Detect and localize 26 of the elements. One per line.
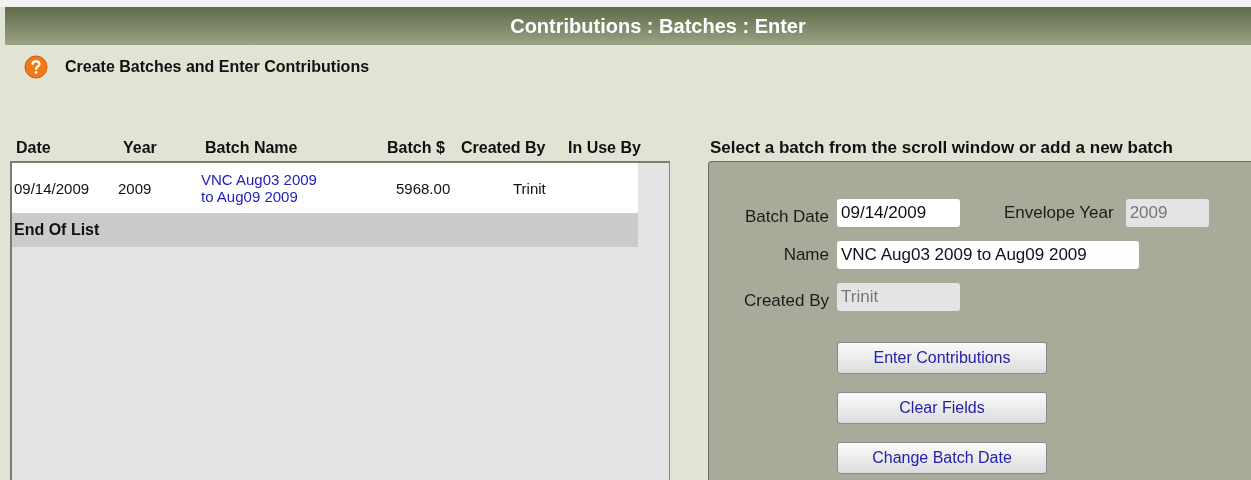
table-cell: Trinit bbox=[513, 179, 546, 197]
form-instruction: Select a batch from the scroll window or add a new batch bbox=[709, 137, 1174, 159]
table-cell-text: 09/14/2009 bbox=[13, 179, 91, 197]
batch-row[interactable]: 09/14/2009 2009 VNC Aug03 2009 to Aug09 2009 5968.00 Trinit bbox=[12, 163, 638, 213]
page-heading: Create Batches and Enter Contributions bbox=[65, 58, 370, 76]
action-button[interactable]: Clear Fields bbox=[837, 392, 1047, 424]
list-end-row: End Of List bbox=[12, 213, 638, 247]
field-label: Name bbox=[782, 245, 829, 265]
table-cell-text: 2009 bbox=[118, 179, 153, 197]
column-header: In Use By bbox=[568, 139, 641, 157]
title-bar: Contributions : Batches : Enter bbox=[5, 7, 1251, 45]
input-field[interactable]: 09/14/2009 bbox=[837, 199, 960, 227]
action-button[interactable]: Enter Contributions bbox=[837, 342, 1047, 374]
input-field[interactable]: VNC Aug03 2009 to Aug09 2009 bbox=[837, 241, 1139, 269]
action-button[interactable]: Change Batch Date bbox=[837, 442, 1047, 474]
help-icon[interactable] bbox=[24, 55, 48, 79]
table-cell-text: 5968.00 bbox=[396, 179, 452, 197]
column-header: Year bbox=[123, 139, 158, 157]
field-label: Created By bbox=[742, 290, 829, 311]
column-header: Batch $ bbox=[387, 139, 446, 157]
column-header: Created By bbox=[461, 139, 547, 157]
batch-name-link[interactable]: VNC Aug03 2009 to Aug09 2009 bbox=[201, 171, 329, 205]
field-label: Envelope Year bbox=[1004, 203, 1114, 223]
column-header: Batch Name bbox=[205, 139, 299, 157]
field-label: Batch Date bbox=[743, 206, 829, 227]
column-header: Date bbox=[15, 139, 52, 157]
